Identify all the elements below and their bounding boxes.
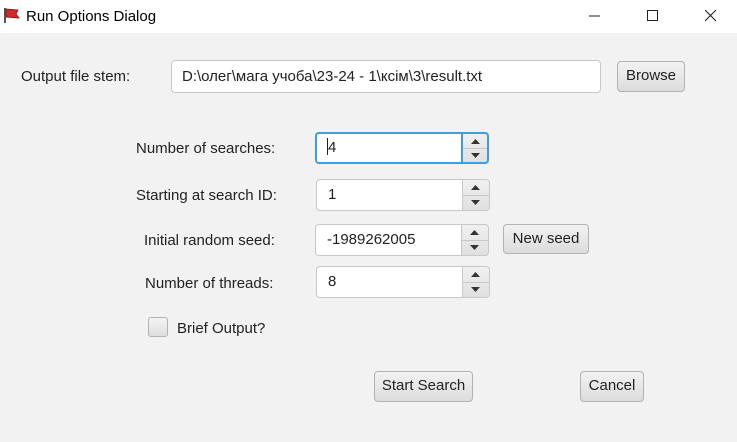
close-button[interactable] — [688, 0, 734, 32]
start-id-stepper[interactable] — [462, 179, 490, 211]
searches-decrement-button[interactable] — [463, 148, 487, 162]
threads-field[interactable]: 8 — [316, 266, 462, 298]
seed-label: Initial random seed: — [144, 232, 275, 249]
searches-increment-button[interactable] — [463, 134, 487, 149]
cancel-button[interactable]: Cancel — [580, 371, 644, 402]
seed-field[interactable]: -1989262005 — [315, 224, 461, 256]
title-bar[interactable]: Run Options Dialog — [0, 0, 737, 33]
threads-decrement-button[interactable] — [463, 282, 489, 297]
start-id-label: Starting at search ID: — [136, 187, 277, 204]
arrow-down-icon — [470, 245, 479, 250]
threads-label: Number of threads: — [145, 275, 274, 292]
arrow-up-icon — [471, 185, 480, 190]
minimize-icon — [589, 15, 600, 17]
seed-increment-button[interactable] — [462, 225, 488, 241]
threads-spinner[interactable]: 8 — [316, 266, 490, 298]
seed-decrement-button[interactable] — [462, 240, 488, 255]
maximize-button[interactable] — [630, 0, 676, 32]
arrow-up-icon — [471, 139, 480, 144]
window-title: Run Options Dialog — [26, 8, 157, 25]
start-id-field[interactable]: 1 — [316, 179, 462, 211]
start-id-spinner[interactable]: 1 — [316, 179, 490, 211]
arrow-up-icon — [471, 272, 480, 277]
brief-output-label[interactable]: Brief Output? — [177, 320, 265, 337]
new-seed-button[interactable]: New seed — [503, 224, 589, 254]
start-id-decrement-button[interactable] — [463, 195, 489, 210]
app-flag-icon — [3, 7, 20, 24]
searches-field[interactable]: 4 — [315, 132, 461, 164]
arrow-down-icon — [471, 200, 480, 205]
close-icon — [705, 10, 717, 22]
output-file-label: Output file stem: — [21, 68, 131, 85]
seed-spinner[interactable]: -1989262005 — [315, 224, 489, 256]
browse-button[interactable]: Browse — [617, 61, 685, 92]
searches-label: Number of searches: — [136, 140, 276, 157]
threads-increment-button[interactable] — [463, 267, 489, 283]
arrow-down-icon — [471, 287, 480, 292]
minimize-button[interactable] — [572, 0, 618, 32]
arrow-down-icon — [471, 153, 480, 158]
start-id-increment-button[interactable] — [463, 180, 489, 196]
brief-output-checkbox[interactable] — [148, 317, 168, 337]
output-file-field[interactable]: D:\олег\мага учоба\23-24 - 1\ксім\3\resu… — [171, 60, 601, 93]
start-search-button[interactable]: Start Search — [374, 371, 473, 402]
maximize-icon — [647, 10, 658, 21]
threads-stepper[interactable] — [462, 266, 490, 298]
searches-spinner[interactable]: 4 — [315, 132, 489, 164]
seed-stepper[interactable] — [461, 224, 489, 256]
arrow-up-icon — [470, 230, 479, 235]
searches-stepper[interactable] — [461, 132, 489, 164]
